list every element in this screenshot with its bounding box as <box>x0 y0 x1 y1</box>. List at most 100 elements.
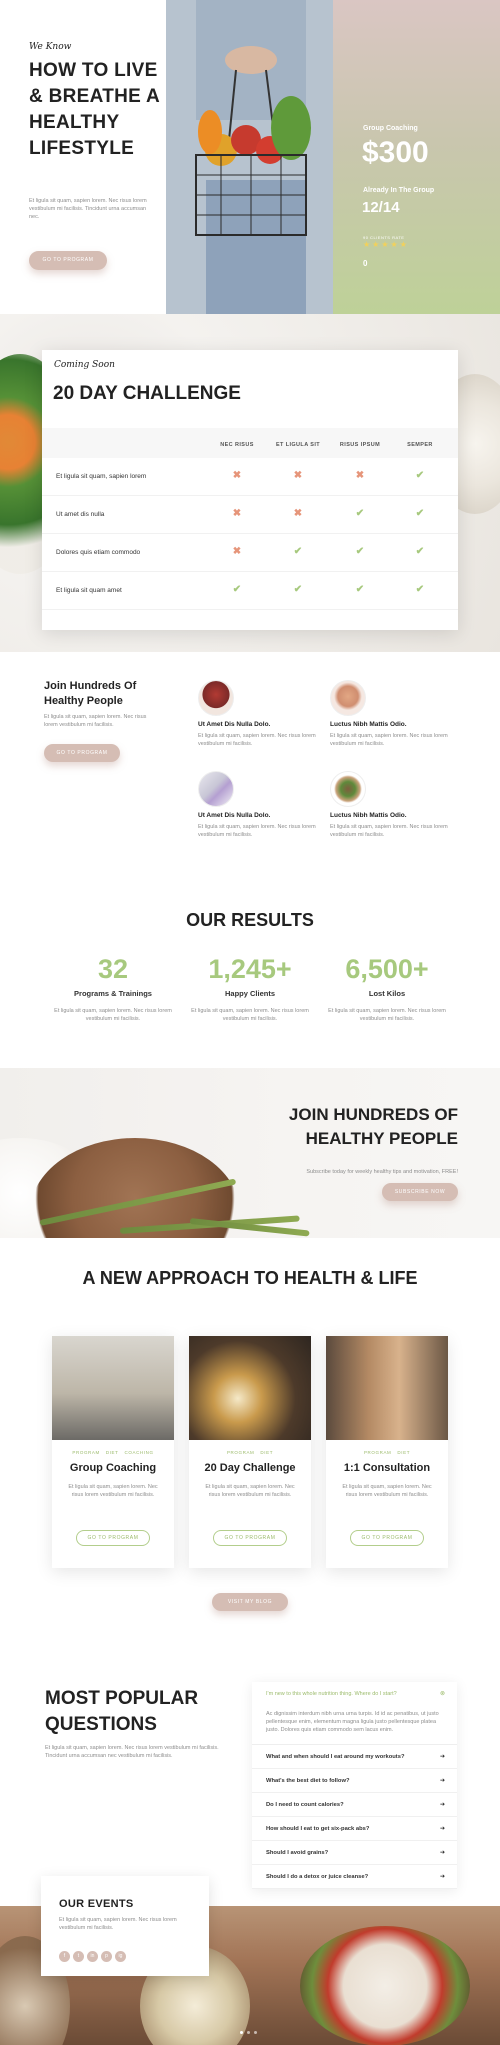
faq-question: What and when should I eat around my wor… <box>266 1754 405 1760</box>
check-icon: ✔ <box>232 584 242 595</box>
coming-soon-tag: Coming Soon <box>54 360 115 370</box>
comparison-row: Et ligula sit quam, sapien lorem ✖ ✖ ✖ ✔ <box>42 458 458 496</box>
slider-dots[interactable] <box>238 2021 259 2039</box>
program-button[interactable]: GO TO PROGRAM <box>213 1530 287 1546</box>
hundreds-program-button[interactable]: GO TO PROGRAM <box>44 744 120 762</box>
cross-icon: ✖ <box>232 470 242 481</box>
person-card: Luctus Nibh Mattis Odio. Et ligula sit q… <box>330 771 460 839</box>
cross-icon: ✖ <box>232 508 242 519</box>
faq-question: Do I need to count calories? <box>266 1802 344 1808</box>
expand-icon[interactable]: ➔ <box>440 1825 445 1832</box>
stat-label: Programs & Trainings <box>74 989 152 998</box>
star-rating-icon: ★★★★★ <box>363 240 409 249</box>
comparison-row: Dolores quis etiam commodo ✖ ✔ ✔ ✔ <box>42 534 458 572</box>
subscribe-section: JOIN HUNDREDS OF HEALTHY PEOPLE Subscrib… <box>0 1068 500 1238</box>
stat-kilos: 6,500+ Lost Kilos Et ligula sit quam, sa… <box>322 954 452 1023</box>
expand-icon[interactable]: ➔ <box>440 1873 445 1880</box>
challenge-title: 20 DAY CHALLENGE <box>53 383 241 404</box>
person-name: Luctus Nibh Mattis Odio. <box>330 812 407 819</box>
check-icon: ✔ <box>415 508 425 519</box>
facebook-icon[interactable]: f <box>59 1951 70 1962</box>
stat-number: 1,245+ <box>208 954 292 984</box>
avatar <box>330 680 366 716</box>
program-text: Et ligula sit quam, sapien lorem. Nec ri… <box>68 1484 158 1498</box>
program-button[interactable]: GO TO PROGRAM <box>350 1530 424 1546</box>
hero-text: Et ligula sit quam, sapien lorem. Nec ri… <box>29 198 147 220</box>
hero-intro: We Know HOW TO LIVE & BREATHE A HEALTHY … <box>0 0 166 314</box>
faq-answer: Ac dignissim interdum nibh urna urna tur… <box>266 1711 439 1733</box>
person-desc: Et ligula sit quam, sapien lorem. Nec ri… <box>198 733 316 747</box>
stat-programs: 32 Programs & Trainings Et ligula sit qu… <box>48 954 178 1023</box>
join-title: JOIN HUNDREDS OF HEALTHY PEOPLE <box>288 1105 458 1148</box>
column-header: NEC RISUS <box>220 442 254 448</box>
close-icon[interactable]: ⊗ <box>440 1690 445 1697</box>
linkedin-icon[interactable]: in <box>87 1951 98 1962</box>
check-icon: ✔ <box>415 546 425 557</box>
results-title: OUR RESULTS <box>186 910 314 930</box>
join-text: Subscribe today for weekly healthy tips … <box>306 1169 458 1175</box>
program-tags: PROGRAM DIET COACHING <box>72 1450 154 1455</box>
faq-item[interactable]: How should I eat to get six-pack abs? ➔ <box>252 1817 457 1841</box>
subscribe-button[interactable]: SUBSCRIBE NOW <box>382 1183 458 1201</box>
expand-icon[interactable]: ➔ <box>440 1777 445 1784</box>
program-card-group-coaching: PROGRAM DIET COACHING Group Coaching Et li… <box>52 1336 174 1568</box>
faq-item[interactable]: Should I do a detox or juice cleanse? ➔ <box>252 1865 457 1889</box>
twitter-icon[interactable]: t <box>73 1951 84 1962</box>
faq-question: What's the best diet to follow? <box>266 1778 350 1784</box>
instagram-icon[interactable]: ig <box>115 1951 126 1962</box>
person-name: Ut Amet Dis Nulla Dolo. <box>198 721 271 728</box>
faq-item[interactable]: Do I need to count calories? ➔ <box>252 1793 457 1817</box>
check-icon: ✔ <box>293 584 303 595</box>
check-icon: ✔ <box>355 584 365 595</box>
faq-item[interactable]: What's the best diet to follow? ➔ <box>252 1769 457 1793</box>
events-text: Et ligula sit quam, sapien lorem. Nec ri… <box>59 1917 177 1931</box>
challenge-section: Coming Soon 20 DAY CHALLENGE NEC RISUS E… <box>0 314 500 652</box>
check-icon: ✔ <box>293 546 303 557</box>
approach-title: A NEW APPROACH TO HEALTH & LIFE <box>82 1268 418 1288</box>
faq-section: MOST POPULAR QUESTIONS Et ligula sit qua… <box>0 1650 500 1910</box>
pinterest-icon[interactable]: p <box>101 1951 112 1962</box>
faq-item[interactable]: What and when should I eat around my wor… <box>252 1745 457 1769</box>
program-button[interactable]: GO TO PROGRAM <box>76 1530 150 1546</box>
program-name: Group Coaching <box>69 1462 157 1474</box>
group-coaching-price: $300 <box>362 136 429 169</box>
column-header: ET LIGULA SIT <box>275 442 321 448</box>
row-label: Ut amet dis nulla <box>56 511 105 518</box>
visit-blog-button[interactable]: VISIT MY BLOG <box>212 1593 288 1611</box>
check-icon: ✔ <box>415 470 425 481</box>
comparison-row: Et ligula sit quam amet ✔ ✔ ✔ ✔ <box>42 572 458 610</box>
expand-icon[interactable]: ➔ <box>440 1801 445 1808</box>
column-header: SEMPER <box>407 442 433 448</box>
avatar <box>330 771 366 807</box>
person-card: Ut Amet Dis Nulla Dolo. Et ligula sit qu… <box>198 771 328 839</box>
hero-title: HOW TO LIVE & BREATHE A HEALTHY LIFESTYL… <box>29 60 160 159</box>
program-card-consultation: PROGRAM DIET 1:1 Consultation Et ligula s… <box>326 1336 448 1568</box>
person-card: Luctus Nibh Mattis Odio. Et ligula sit q… <box>330 680 460 748</box>
group-coaching-label: Group Coaching <box>363 125 418 132</box>
comparison-header: NEC RISUS ET LIGULA SIT RISUS IPSUM SEMP… <box>42 428 458 458</box>
page: We Know HOW TO LIVE & BREATHE A HEALTHY … <box>0 0 500 2045</box>
avatar <box>198 771 234 807</box>
comparison-row: Ut amet dis nulla ✖ ✖ ✔ ✔ <box>42 496 458 534</box>
faq-item-open[interactable]: I'm new to this whole nutrition thing. W… <box>252 1682 457 1745</box>
hero-program-button[interactable]: GO TO PROGRAM <box>29 251 107 270</box>
faq-item[interactable]: Should I avoid grains? ➔ <box>252 1841 457 1865</box>
program-name: 1:1 Consultation <box>343 1462 431 1474</box>
group-coaching-panel: Group Coaching $300 Already In The Group… <box>333 0 500 314</box>
program-text: Et ligula sit quam, sapien lorem. Nec ri… <box>205 1484 295 1498</box>
person-name: Ut Amet Dis Nulla Dolo. <box>198 812 271 819</box>
person-desc: Et ligula sit quam, sapien lorem. Nec ri… <box>330 824 448 838</box>
events-card: OUR EVENTS Et ligula sit quam, sapien lo… <box>41 1876 209 1976</box>
hundreds-title: Join Hundreds Of Healthy People <box>44 680 137 707</box>
person-name: Luctus Nibh Mattis Odio. <box>330 721 407 728</box>
group-spots-count: 12/14 <box>362 199 400 216</box>
cross-icon: ✖ <box>293 470 303 481</box>
faq-accordion: I'm new to this whole nutrition thing. W… <box>252 1682 457 1889</box>
stat-text: Et ligula sit quam, sapien lorem. Nec ri… <box>328 1008 446 1022</box>
expand-icon[interactable]: ➔ <box>440 1753 445 1760</box>
basket-illustration <box>166 0 334 314</box>
plate-food-image <box>300 1926 470 2045</box>
expand-icon[interactable]: ➔ <box>440 1849 445 1856</box>
challenge-card: Coming Soon 20 DAY CHALLENGE NEC RISUS E… <box>42 350 458 630</box>
row-label: Dolores quis etiam commodo <box>56 549 141 556</box>
